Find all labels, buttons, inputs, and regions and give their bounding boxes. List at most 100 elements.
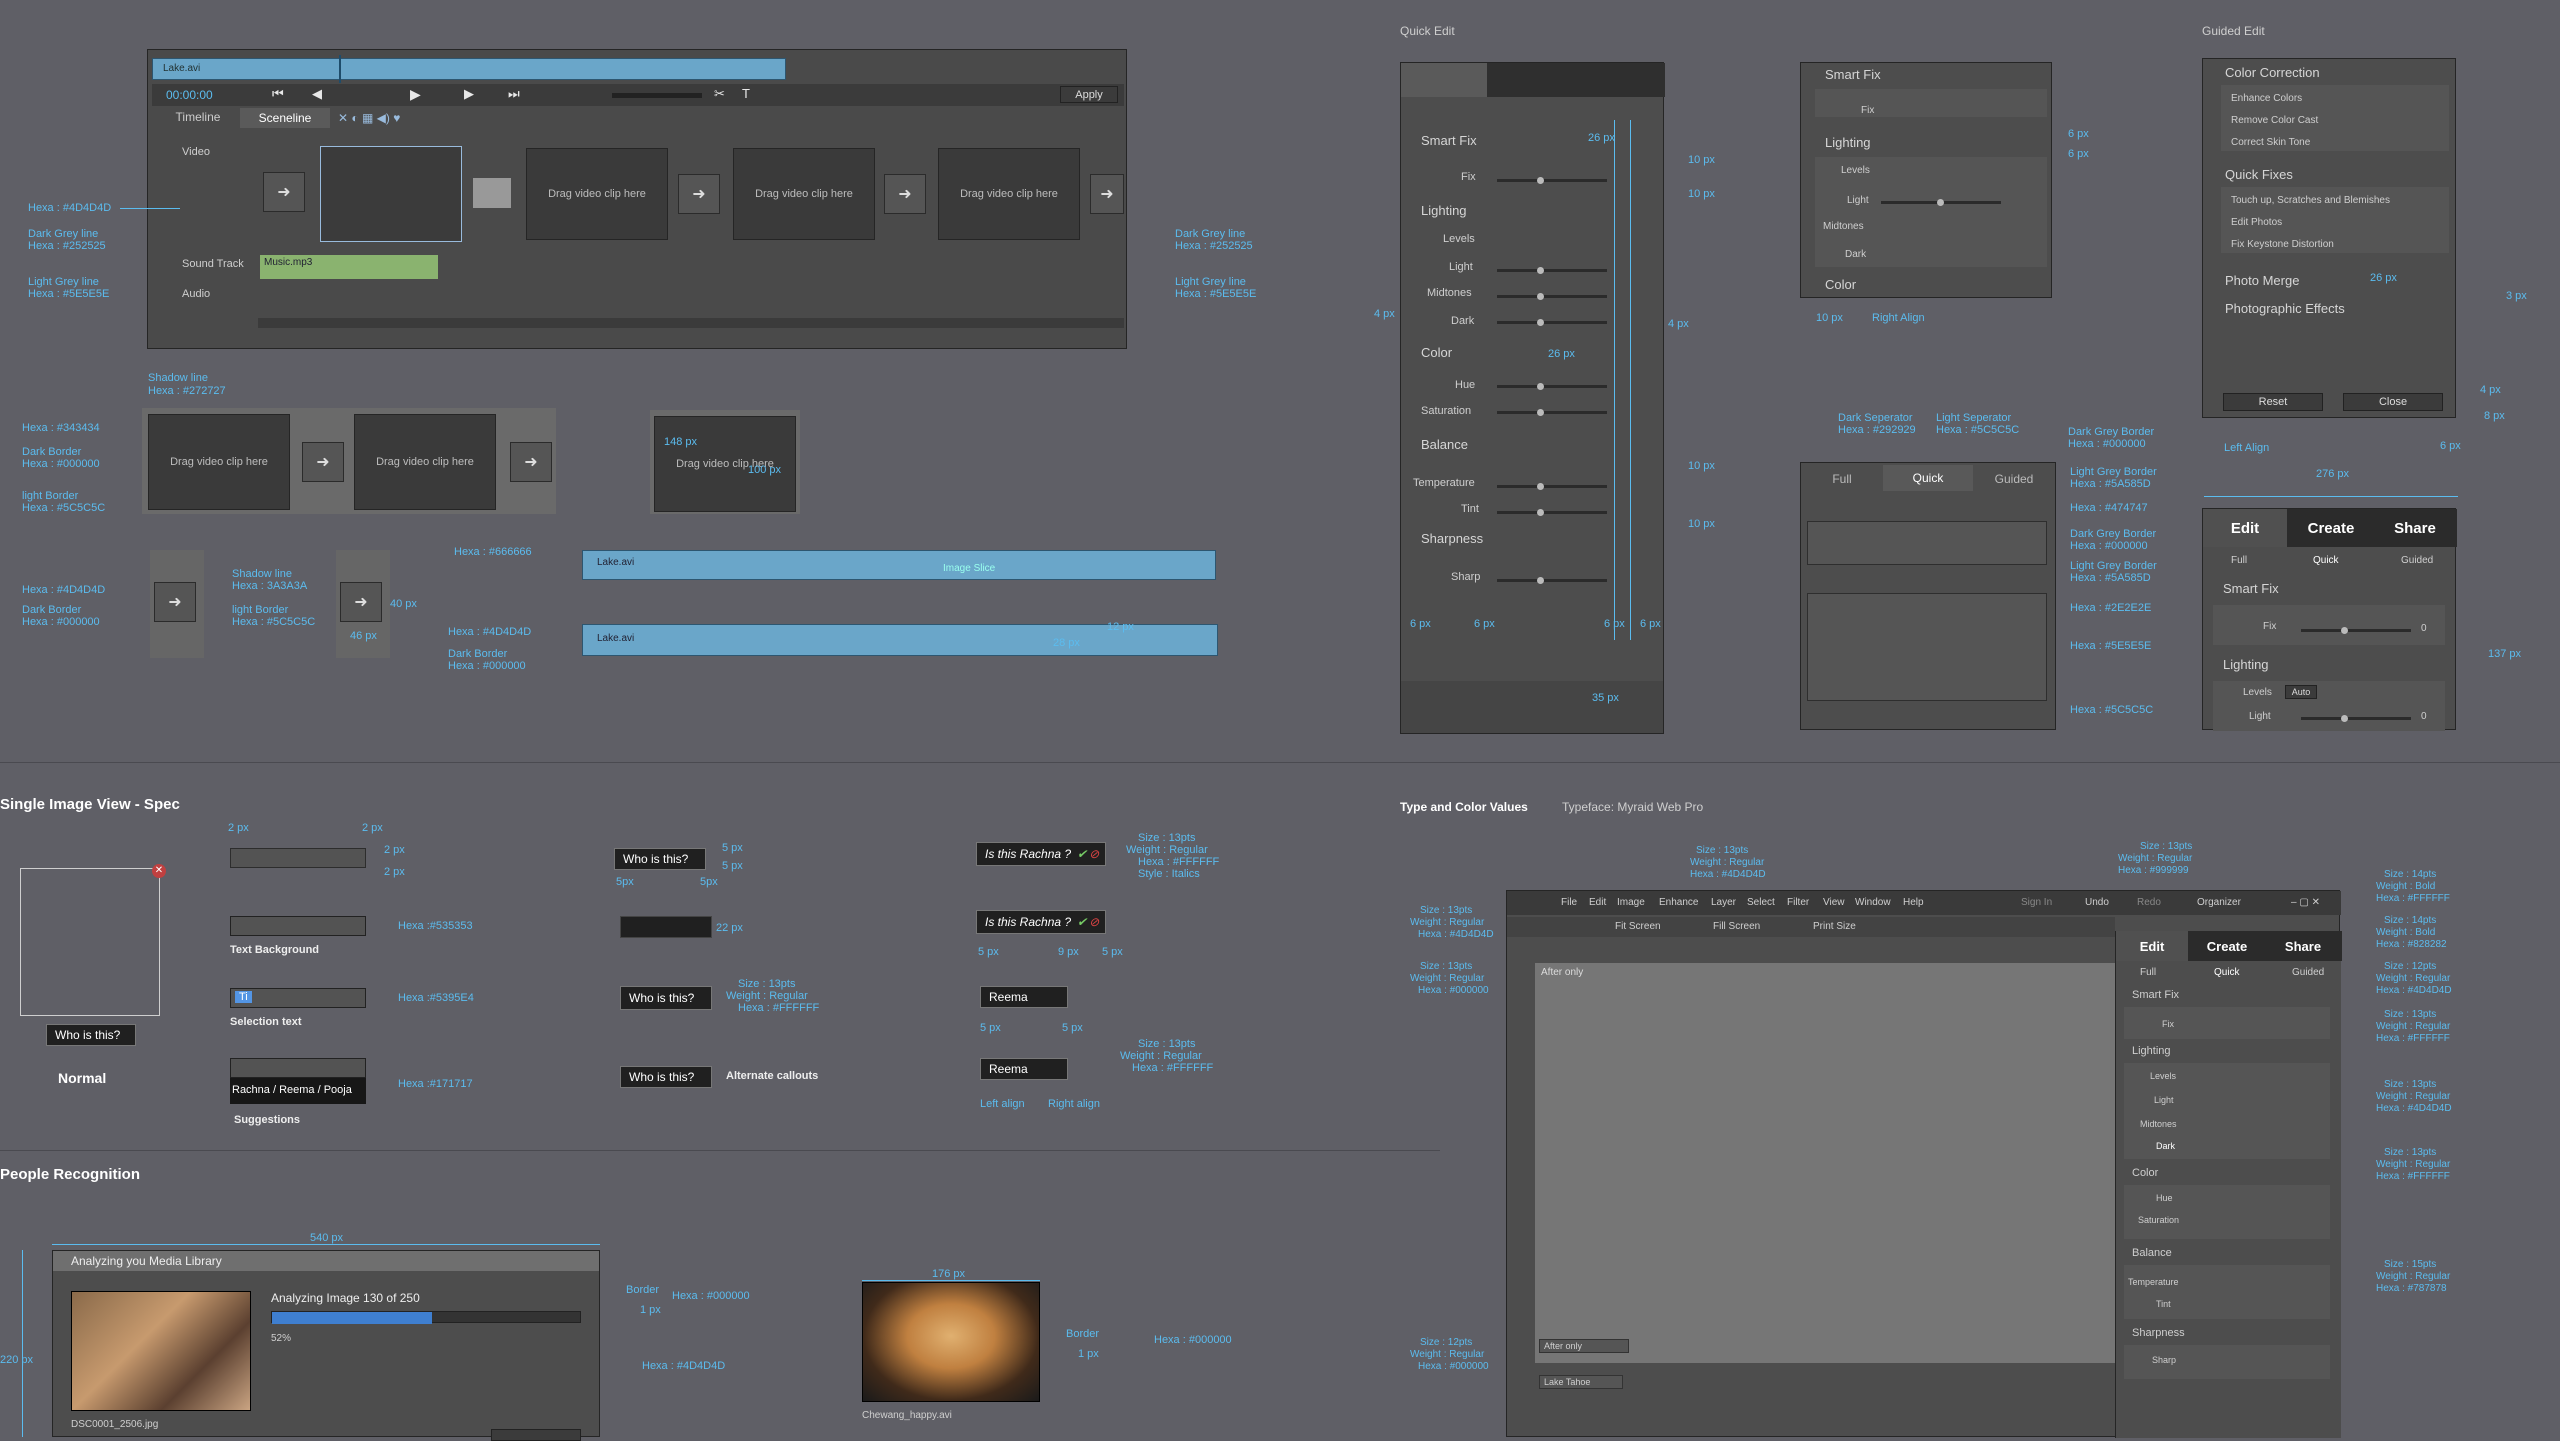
text-field-spec[interactable]: [230, 848, 366, 868]
rewind-icon[interactable]: ⏮: [272, 86, 284, 102]
arrow-spec-2[interactable]: ➜: [340, 582, 382, 622]
drag-clip-3[interactable]: Drag video clip here: [938, 148, 1080, 240]
ge-sub-guided[interactable]: Guided: [2401, 555, 2433, 566]
close-icon[interactable]: ✕: [152, 864, 166, 878]
menu-filter[interactable]: Filter: [1787, 897, 1809, 908]
sf-light-slider[interactable]: [1881, 199, 2001, 206]
editor-tab-create[interactable]: Create: [2190, 931, 2264, 961]
sf-lighting[interactable]: Lighting: [1825, 135, 1871, 150]
menu-select[interactable]: Select: [1747, 897, 1775, 908]
mode-tab-quick[interactable]: Quick: [1883, 465, 1973, 491]
music-clip[interactable]: Music.mp3: [260, 255, 438, 279]
qe-fix-slider[interactable]: [1497, 177, 1607, 184]
clip-arrow-2[interactable]: ➜: [678, 174, 720, 214]
clip-arrow-3[interactable]: ➜: [884, 174, 926, 214]
step-forward-icon[interactable]: ▶: [464, 86, 474, 102]
who-callout-normal[interactable]: Who is this?: [46, 1024, 136, 1046]
ge-photo-effects[interactable]: Photographic Effects: [2225, 301, 2345, 316]
reject-icon-2[interactable]: ⊘: [1089, 915, 1099, 929]
ge-tab-create[interactable]: Create: [2289, 509, 2373, 547]
ge-close-button[interactable]: Close: [2343, 393, 2443, 411]
qe-dark-slider[interactable]: [1497, 319, 1607, 326]
menu-edit[interactable]: Edit: [1589, 897, 1606, 908]
playhead[interactable]: [339, 55, 341, 83]
play-icon[interactable]: ▶: [410, 86, 421, 103]
menu-file[interactable]: File: [1561, 897, 1577, 908]
lake-select[interactable]: Lake Tahoe: [1539, 1375, 1623, 1389]
mode-tab-guided[interactable]: Guided: [1973, 467, 2055, 491]
ge-photo-merge[interactable]: Photo Merge: [2225, 273, 2299, 288]
menu-help[interactable]: Help: [1903, 897, 1924, 908]
qe-tint-slider[interactable]: [1497, 509, 1607, 516]
qe-balance[interactable]: Balance: [1421, 437, 1468, 452]
ge-light-slider[interactable]: [2301, 715, 2411, 722]
selection-field[interactable]: Ti: [230, 988, 366, 1008]
scissors-icon[interactable]: ✂: [714, 86, 725, 102]
reema-callout-2[interactable]: Reema: [980, 1058, 1068, 1080]
reema-callout-1[interactable]: Reema: [980, 986, 1068, 1008]
selected-clip[interactable]: [320, 146, 462, 242]
ge-item-edit-photos[interactable]: Edit Photos: [2231, 217, 2282, 228]
after-only-select[interactable]: After only: [1539, 1339, 1629, 1353]
menu-view[interactable]: View: [1823, 897, 1845, 908]
volume-slider[interactable]: [612, 93, 702, 98]
mode-tab-full[interactable]: Full: [1801, 467, 1883, 491]
horizontal-scrollbar[interactable]: [258, 318, 1124, 328]
window-controls[interactable]: – ▢ ✕: [2291, 897, 2320, 908]
drag-clip-2[interactable]: Drag video clip here: [733, 148, 875, 240]
text-bg-field[interactable]: [230, 916, 366, 936]
timeline-bar-2[interactable]: Lake.avi 12 px 28 px: [582, 621, 1218, 656]
ed-lighting[interactable]: Lighting: [2132, 1045, 2171, 1057]
who-callout-spec[interactable]: Who is this?: [614, 848, 706, 870]
ge-item-keystone[interactable]: Fix Keystone Distortion: [2231, 239, 2334, 250]
tab-sceneline[interactable]: Sceneline: [240, 108, 330, 128]
clip-arrow-6[interactable]: ➜: [510, 442, 552, 482]
qe-midtones-slider[interactable]: [1497, 293, 1607, 300]
check-icon-2[interactable]: ✔: [1077, 915, 1087, 929]
qe-light-slider[interactable]: [1497, 267, 1607, 274]
menu-layer[interactable]: Layer: [1711, 897, 1736, 908]
fit-screen-button[interactable]: Fit Screen: [1615, 921, 1661, 932]
clip-arrow-4[interactable]: ➜: [1090, 174, 1124, 214]
fill-screen-button[interactable]: Fill Screen: [1713, 921, 1760, 932]
qe-color[interactable]: Color: [1421, 345, 1452, 360]
print-size-button[interactable]: Print Size: [1813, 921, 1856, 932]
ge-quick-fixes[interactable]: Quick Fixes: [2225, 167, 2293, 182]
drag-clip-1[interactable]: Drag video clip here: [526, 148, 668, 240]
ge-item-skin[interactable]: Correct Skin Tone: [2231, 137, 2310, 148]
cancel-button[interactable]: [491, 1429, 581, 1441]
step-back-icon[interactable]: ◀: [312, 86, 322, 102]
clip-arrow-5[interactable]: ➜: [302, 442, 344, 482]
ge-fix-slider[interactable]: [2301, 627, 2411, 634]
fast-forward-icon[interactable]: ⏭: [508, 86, 520, 102]
menu-image[interactable]: Image: [1617, 897, 1645, 908]
ge-sub-quick[interactable]: Quick: [2313, 555, 2339, 566]
toolbar-icons[interactable]: ✕ ◐ ▦ ◀) ♥: [338, 111, 400, 125]
ed-smart-fix[interactable]: Smart Fix: [2132, 989, 2179, 1001]
is-rachna-callout[interactable]: Is this Rachna ? ✔ ⊘: [976, 842, 1106, 866]
quick-edit-tabs[interactable]: [1401, 63, 1665, 97]
text-icon[interactable]: T: [742, 86, 750, 101]
arrow-spec-1[interactable]: ➜: [154, 582, 196, 622]
ge-color-correction[interactable]: Color Correction: [2225, 65, 2320, 80]
qe-lighting[interactable]: Lighting: [1421, 203, 1467, 218]
ge-sub-full[interactable]: Full: [2231, 555, 2247, 566]
menu-window[interactable]: Window: [1855, 897, 1891, 908]
ed-balance[interactable]: Balance: [2132, 1247, 2172, 1259]
timeline-bar-1[interactable]: Lake.avi Image Slice: [582, 550, 1216, 580]
clip-transition[interactable]: [473, 178, 511, 208]
ge-item-touchup[interactable]: Touch up, Scratches and Blemishes: [2231, 195, 2390, 206]
check-icon[interactable]: ✔: [1077, 847, 1087, 861]
ed-color[interactable]: Color: [2132, 1167, 2158, 1179]
ge-smart-fix[interactable]: Smart Fix: [2223, 581, 2279, 596]
qe-hue-slider[interactable]: [1497, 383, 1607, 390]
sign-in-link[interactable]: Sign In: [2021, 897, 2052, 908]
apply-button[interactable]: Apply: [1060, 86, 1118, 103]
ed-sharpness[interactable]: Sharpness: [2132, 1327, 2185, 1339]
ge-tab-share[interactable]: Share: [2373, 509, 2457, 547]
ge-reset-button[interactable]: Reset: [2223, 393, 2323, 411]
ge-lighting[interactable]: Lighting: [2223, 657, 2269, 672]
clip-arrow-1[interactable]: ➜: [263, 172, 305, 212]
tab-timeline[interactable]: Timeline: [158, 110, 238, 128]
sf-smart-fix[interactable]: Smart Fix: [1825, 67, 1881, 82]
